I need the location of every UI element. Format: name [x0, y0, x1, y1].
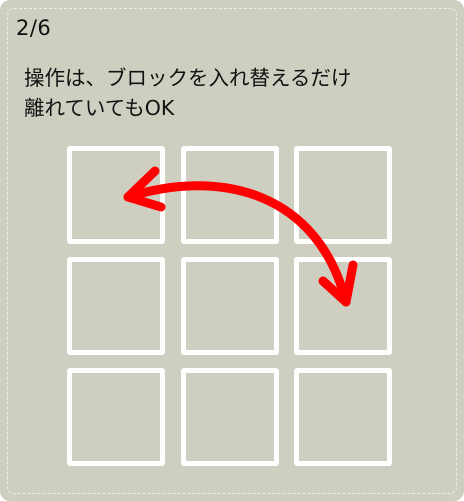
instruction-line-2: 離れていてもOK: [24, 96, 175, 120]
block-grid: [67, 146, 393, 466]
instruction-line-1: 操作は、ブロックを入れ替えるだけ: [24, 66, 352, 90]
grid-tile-r3-c3[interactable]: [294, 368, 392, 466]
grid-tile-r3-c2[interactable]: [181, 368, 279, 466]
tutorial-card: 2/6 操作は、ブロックを入れ替えるだけ 離れていてもOK: [0, 0, 464, 501]
grid-tile-r2-c3[interactable]: [294, 257, 392, 355]
grid-tile-r2-c2[interactable]: [181, 257, 279, 355]
grid-tile-r1-c3[interactable]: [294, 146, 392, 244]
instruction-text: 操作は、ブロックを入れ替えるだけ 離れていてもOK: [24, 63, 454, 123]
grid-tile-r2-c1[interactable]: [67, 257, 165, 355]
grid-tile-r1-c2[interactable]: [181, 146, 279, 244]
grid-tile-r3-c1[interactable]: [67, 368, 165, 466]
step-counter: 2/6: [16, 16, 52, 40]
grid-tile-r1-c1[interactable]: [67, 146, 165, 244]
